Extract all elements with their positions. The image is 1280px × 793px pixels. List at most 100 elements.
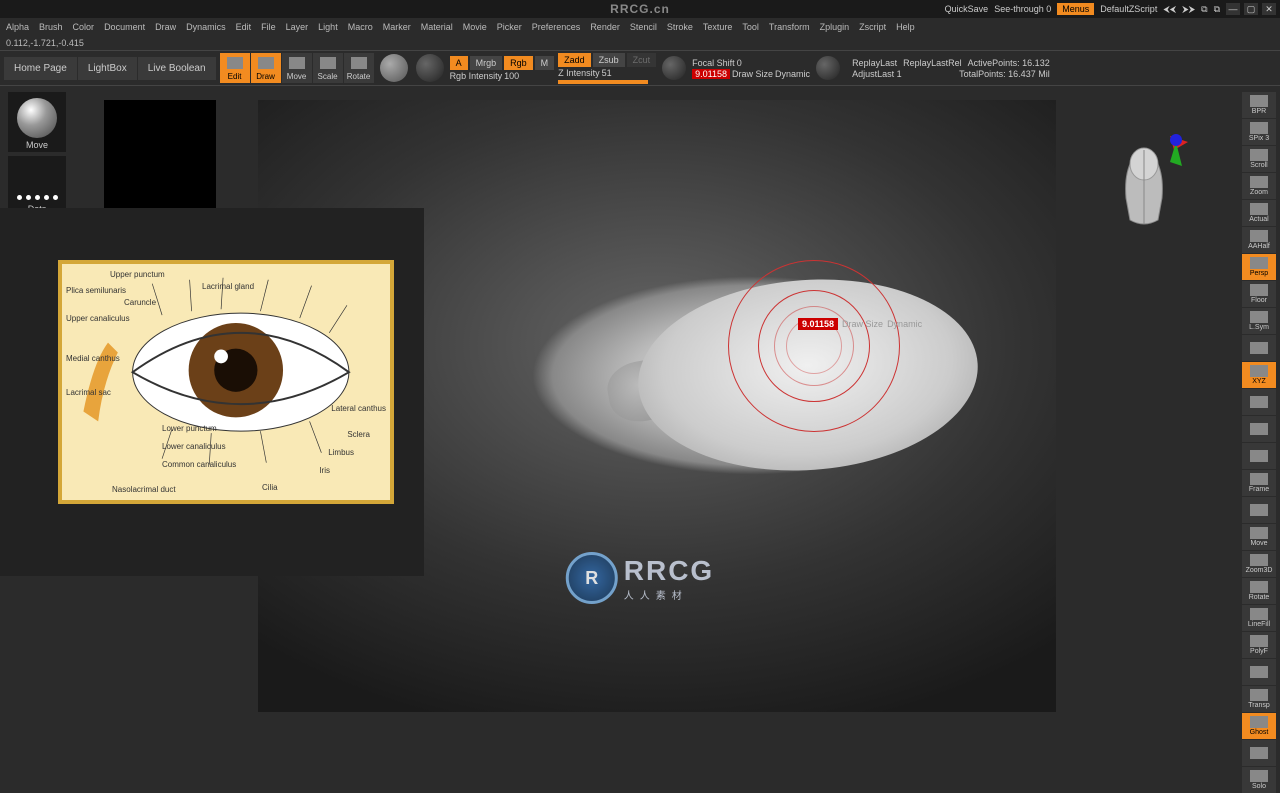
menu-material[interactable]: Material — [421, 22, 453, 32]
default-zscript-button[interactable]: DefaultZScript — [1100, 4, 1157, 14]
rail-persp[interactable]: Persp — [1242, 254, 1276, 280]
menu-transform[interactable]: Transform — [769, 22, 810, 32]
menu-tool[interactable]: Tool — [742, 22, 759, 32]
home-page-tab[interactable]: Home Page — [4, 57, 77, 80]
rail-btn11[interactable] — [1242, 389, 1276, 415]
menus-button[interactable]: Menus — [1057, 3, 1094, 15]
rail-label: SPix 3 — [1249, 135, 1269, 142]
rail-aahalf[interactable]: AAHalf — [1242, 227, 1276, 253]
sculptris-button[interactable] — [416, 54, 444, 82]
rail-l-sym[interactable]: L.Sym — [1242, 308, 1276, 334]
layout2-icon[interactable]: ⧉ — [1214, 4, 1220, 15]
s-curve-button[interactable] — [662, 56, 686, 80]
rail-icon — [1250, 342, 1268, 354]
brush-slot[interactable]: Move — [8, 92, 66, 152]
menu-alpha[interactable]: Alpha — [6, 22, 29, 32]
menu-preferences[interactable]: Preferences — [532, 22, 581, 32]
menu-marker[interactable]: Marker — [383, 22, 411, 32]
mrgb-chip[interactable]: Mrgb — [470, 56, 503, 70]
live-boolean-tab[interactable]: Live Boolean — [138, 57, 216, 80]
dynamic-label[interactable]: Dynamic — [775, 69, 810, 79]
rgb-intensity-value[interactable]: 100 — [504, 71, 519, 81]
menu-edit[interactable]: Edit — [236, 22, 252, 32]
arrow-left-icon[interactable]: ⮜⮜ — [1163, 4, 1176, 15]
ref-lacrimal-gland: Lacrimal gland — [202, 282, 254, 291]
watermark: R RRCG 人人素材 — [566, 552, 714, 604]
stroke-slot[interactable]: Dots — [8, 156, 66, 216]
menu-brush[interactable]: Brush — [39, 22, 63, 32]
maximize-icon[interactable]: ▢ — [1244, 3, 1258, 15]
seethrough-label[interactable]: See-through 0 — [994, 4, 1051, 14]
scale-mode-button[interactable]: Scale — [313, 53, 343, 83]
replay-last-rel-button[interactable]: ReplayLastRel — [903, 58, 962, 68]
arrow-right-icon[interactable]: ⮞⮞ — [1182, 4, 1195, 15]
rail-zoom3d[interactable]: Zoom3D — [1242, 551, 1276, 577]
menu-draw[interactable]: Draw — [155, 22, 176, 32]
zcut-chip[interactable]: Zcut — [627, 53, 657, 67]
rail-rotate[interactable]: Rotate — [1242, 578, 1276, 604]
rail-linefill[interactable]: LineFill — [1242, 605, 1276, 631]
menu-zscript[interactable]: Zscript — [859, 22, 886, 32]
menu-file[interactable]: File — [261, 22, 276, 32]
draw-mode-button[interactable]: Draw — [251, 53, 281, 83]
rail-frame[interactable]: Frame — [1242, 470, 1276, 496]
menu-movie[interactable]: Movie — [463, 22, 487, 32]
menu-layer[interactable]: Layer — [286, 22, 309, 32]
d-curve-button[interactable] — [816, 56, 840, 80]
edit-mode-button[interactable]: Edit — [220, 53, 250, 83]
rail-transp[interactable]: Transp — [1242, 686, 1276, 712]
rail-floor[interactable]: Floor — [1242, 281, 1276, 307]
rotate-mode-button[interactable]: Rotate — [344, 53, 374, 83]
rail-zoom[interactable]: Zoom — [1242, 173, 1276, 199]
rail-spix-3[interactable]: SPix 3 — [1242, 119, 1276, 145]
z-intensity-slider[interactable] — [558, 80, 648, 84]
menu-color[interactable]: Color — [73, 22, 95, 32]
rail-solo[interactable]: Solo — [1242, 767, 1276, 793]
move-mode-button[interactable]: Move — [282, 53, 312, 83]
menu-picker[interactable]: Picker — [497, 22, 522, 32]
replay-last-button[interactable]: ReplayLast — [852, 58, 897, 68]
mrgb-a-chip[interactable]: A — [450, 56, 468, 70]
menu-light[interactable]: Light — [318, 22, 338, 32]
rail-bpr[interactable]: BPR — [1242, 92, 1276, 118]
focal-shift-value[interactable]: 0 — [737, 58, 742, 68]
reference-image: Upper punctum Lacrimal gland Plica semil… — [58, 260, 394, 504]
rail-btn21[interactable] — [1242, 659, 1276, 685]
rail-btn12[interactable] — [1242, 416, 1276, 442]
menubar: Alpha Brush Color Document Draw Dynamics… — [0, 18, 1280, 36]
menu-stencil[interactable]: Stencil — [630, 22, 657, 32]
camera-gizmo[interactable] — [1100, 120, 1188, 232]
menu-help[interactable]: Help — [896, 22, 915, 32]
layout-icon[interactable]: ⧉ — [1201, 4, 1207, 15]
minimize-icon[interactable]: — — [1226, 3, 1240, 15]
adjust-last-label[interactable]: AdjustLast 1 — [852, 69, 902, 79]
m-chip[interactable]: M — [535, 56, 555, 70]
menu-dynamics[interactable]: Dynamics — [186, 22, 226, 32]
lightbox-tab[interactable]: LightBox — [78, 57, 137, 80]
zadd-chip[interactable]: Zadd — [558, 53, 591, 67]
z-intensity-value[interactable]: 51 — [602, 68, 612, 78]
zsub-chip[interactable]: Zsub — [593, 53, 625, 67]
menu-render[interactable]: Render — [590, 22, 620, 32]
menu-document[interactable]: Document — [104, 22, 145, 32]
gizmo-button[interactable] — [380, 54, 408, 82]
rail-move[interactable]: Move — [1242, 524, 1276, 550]
rgb-chip[interactable]: Rgb — [504, 56, 533, 70]
rail-btn13[interactable] — [1242, 443, 1276, 469]
rail-btn15[interactable] — [1242, 497, 1276, 523]
rail-xyz[interactable]: XYZ — [1242, 362, 1276, 388]
menu-zplugin[interactable]: Zplugin — [820, 22, 850, 32]
menu-texture[interactable]: Texture — [703, 22, 733, 32]
rail-ghost[interactable]: Ghost — [1242, 713, 1276, 739]
draw-size-value[interactable]: 9.01158 — [692, 69, 730, 79]
rail-polyf[interactable]: PolyF — [1242, 632, 1276, 658]
menu-stroke[interactable]: Stroke — [667, 22, 693, 32]
rail-btn9[interactable] — [1242, 335, 1276, 361]
rail-scroll[interactable]: Scroll — [1242, 146, 1276, 172]
rail-actual[interactable]: Actual — [1242, 200, 1276, 226]
quicksave-button[interactable]: QuickSave — [945, 4, 989, 14]
subtool-preview[interactable] — [104, 100, 216, 208]
close-icon[interactable]: ✕ — [1262, 3, 1276, 15]
menu-macro[interactable]: Macro — [348, 22, 373, 32]
rail-btn24[interactable] — [1242, 740, 1276, 766]
